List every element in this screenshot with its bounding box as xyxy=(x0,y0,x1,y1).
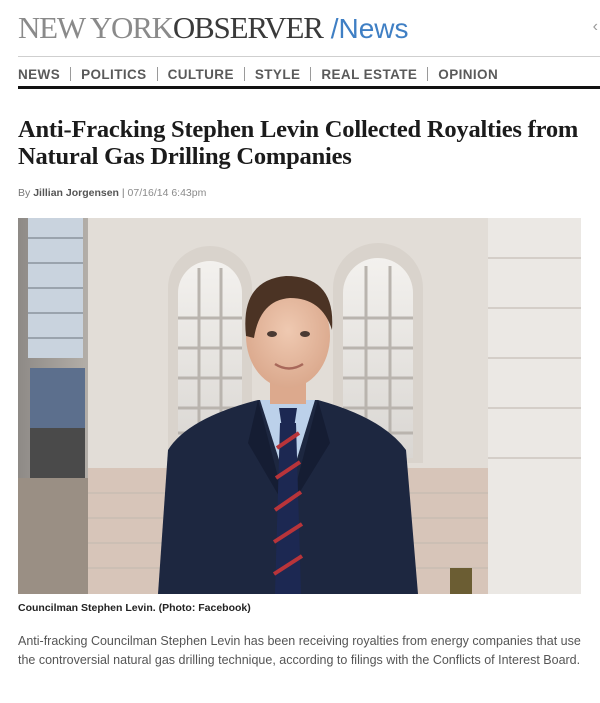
nav-item-real-estate[interactable]: REAL ESTATE xyxy=(321,67,417,82)
corner-arrow-icon: ‹ xyxy=(592,18,598,35)
nav-item-news[interactable]: NEWS xyxy=(18,67,60,82)
byline-separator: | xyxy=(121,187,125,199)
nav-separator xyxy=(156,67,158,81)
logo-part-new-york[interactable]: NEW YORK xyxy=(18,10,174,46)
nav-divider xyxy=(18,86,600,89)
publish-date: 07/16/14 6:43pm xyxy=(127,187,207,199)
nav-item-style[interactable]: STYLE xyxy=(255,67,301,82)
nav-item-opinion[interactable]: OPINION xyxy=(438,67,498,82)
article-photo xyxy=(18,218,581,594)
nav-separator xyxy=(427,67,429,81)
nav-separator xyxy=(310,67,312,81)
nav-item-culture[interactable]: CULTURE xyxy=(168,67,234,82)
article-headline: Anti-Fracking Stephen Levin Collected Ro… xyxy=(18,116,579,170)
byline: By Jillian Jorgensen | 07/16/14 6:43pm xyxy=(18,187,206,199)
nav-item-politics[interactable]: POLITICS xyxy=(81,67,146,82)
masthead: NEW YORK OBSERVER /News xyxy=(18,10,409,46)
logo-part-observer[interactable]: OBSERVER xyxy=(173,10,324,46)
article-lede: Anti-fracking Councilman Stephen Levin h… xyxy=(18,634,581,667)
photo-illustration xyxy=(18,218,581,594)
nav-separator xyxy=(70,67,72,81)
section-label[interactable]: /News xyxy=(331,11,409,47)
author-link[interactable]: Jillian Jorgensen xyxy=(33,187,119,199)
main-nav: NEWS POLITICS CULTURE STYLE REAL ESTATE … xyxy=(18,64,498,84)
nav-separator xyxy=(243,67,245,81)
byline-prefix: By xyxy=(18,187,31,199)
photo-caption: Councilman Stephen Levin. (Photo: Facebo… xyxy=(18,602,251,614)
masthead-divider xyxy=(18,56,600,57)
